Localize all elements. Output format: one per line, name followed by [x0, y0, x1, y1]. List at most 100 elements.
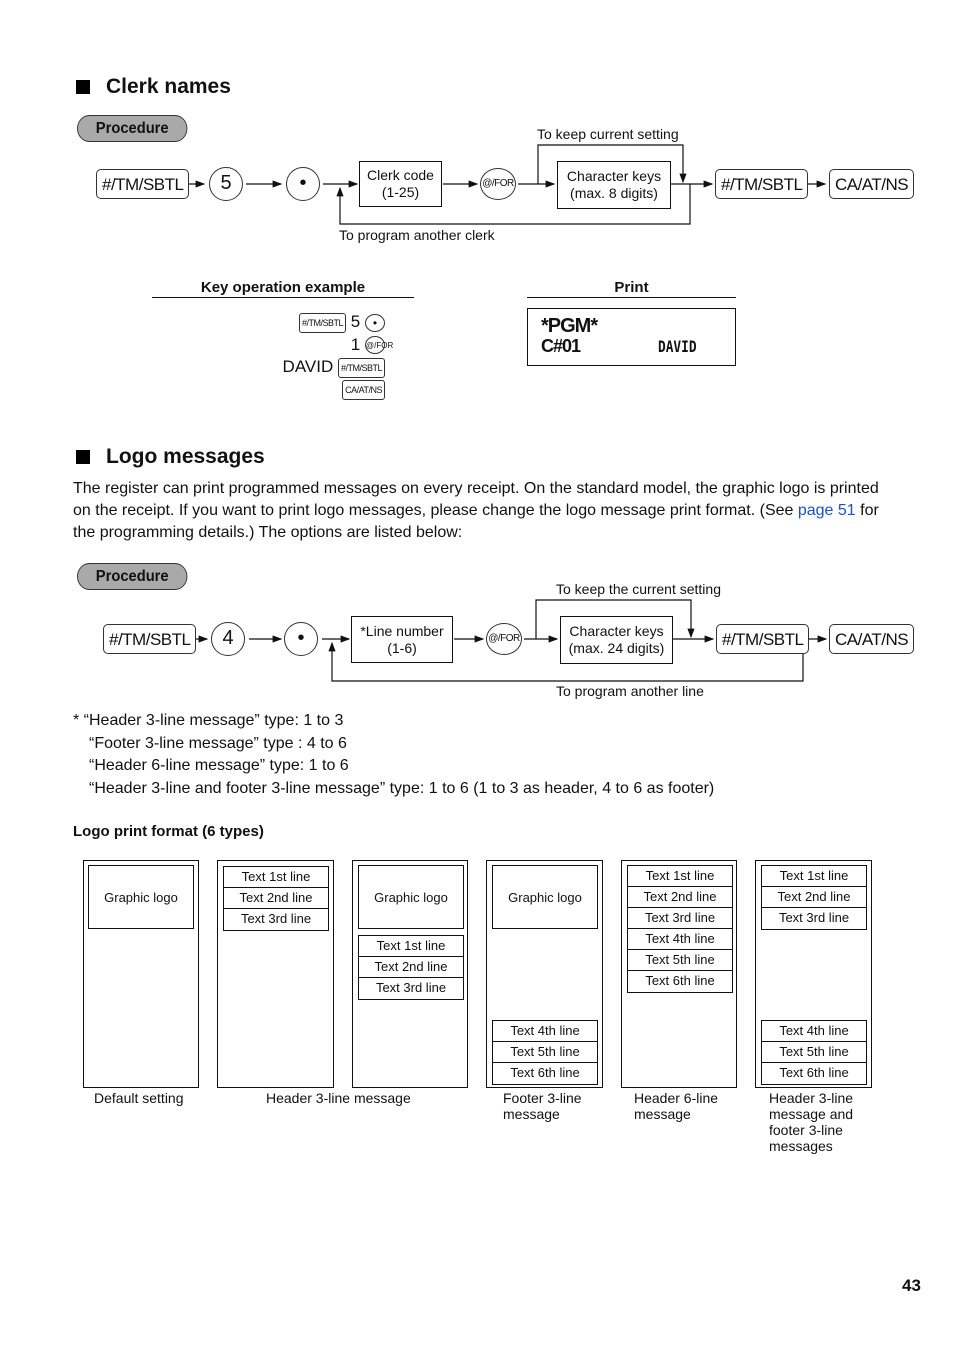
caption-line: message and: [769, 1106, 854, 1122]
header-lines-block: Text 1st line Text 2nd line Text 3rd lin…: [627, 865, 733, 993]
for-key: @/FOR: [480, 168, 516, 200]
key-example-row: CA/AT/NS: [200, 379, 385, 402]
caption-line: message: [634, 1106, 691, 1122]
key-example-row: #/TM/SBTL 5 •: [200, 311, 385, 334]
text-line: Text 4th line: [762, 1021, 866, 1042]
character-keys-limit: (max. 8 digits): [570, 185, 658, 201]
format-header6: Text 1st line Text 2nd line Text 3rd lin…: [621, 860, 737, 1088]
text-line: Text 3rd line: [628, 908, 732, 929]
sbtl-key-end: #/TM/SBTL: [716, 624, 810, 654]
logo-messages-heading: Logo messages: [76, 445, 265, 469]
text-line: Text 1st line: [224, 867, 328, 888]
footer-lines-block: Text 4th line Text 5th line Text 6th lin…: [492, 1020, 598, 1085]
caatns-key-mini: CA/AT/NS: [342, 380, 385, 401]
print-heading: Print: [527, 279, 736, 298]
key-example: #/TM/SBTL 5 • 1 @/FOR DAVID #/TM/SBTL CA…: [200, 311, 393, 402]
page-51-link[interactable]: page 51: [798, 502, 856, 519]
print-sample: *PGM* C#01 DAVID: [527, 308, 736, 366]
example-name: DAVID: [282, 357, 334, 376]
example-number: 5: [350, 312, 361, 331]
key-example-row: 1 @/FOR: [200, 334, 393, 357]
text-line: Text 5th line: [493, 1042, 597, 1063]
caatns-key: CA/AT/NS: [829, 624, 915, 654]
note-line: “Footer 3-line message” type : 4 to 6: [89, 734, 347, 752]
text-line: Text 4th line: [493, 1021, 597, 1042]
graphic-logo-block: Graphic logo: [88, 865, 194, 929]
caption-header6: Header 6-line message: [634, 1090, 718, 1122]
format-header3-text: Text 1st line Text 2nd line Text 3rd lin…: [217, 860, 334, 1088]
caatns-key: CA/AT/NS: [829, 169, 915, 199]
caption-header3: Header 3-line message: [266, 1090, 411, 1106]
keep-setting-note: To keep the current setting: [556, 581, 721, 597]
caption-line: Header 6-line: [634, 1090, 719, 1106]
text-line: Text 3rd line: [240, 911, 312, 926]
for-key: @/FOR: [486, 623, 522, 655]
logo-messages-title: Logo messages: [106, 445, 265, 468]
text-line: Text 2nd line: [628, 887, 732, 908]
text-line: Text 3rd line: [778, 910, 850, 925]
line-type-notes: * “Header 3-line message” type: 1 to 3 “…: [73, 710, 714, 800]
text-line: Text 6th line: [510, 1065, 580, 1080]
text-line: Text 6th line: [779, 1065, 849, 1080]
sbtl-key: #/TM/SBTL: [103, 624, 197, 654]
character-keys-box: Character keys (max. 8 digits): [557, 161, 671, 209]
graphic-logo-block: Graphic logo: [492, 865, 598, 929]
key-example-heading: Key operation example: [152, 279, 414, 298]
note-line: * “Header 3-line message” type: 1 to 3: [73, 712, 344, 729]
another-clerk-note: To program another clerk: [339, 227, 495, 243]
note-line: “Header 3-line and footer 3-line message…: [89, 779, 715, 797]
sbtl-key-mini: #/TM/SBTL: [299, 312, 347, 333]
caption-header3-footer3: Header 3-line message and footer 3-line …: [769, 1090, 853, 1154]
format-header3-logo: Graphic logo Text 1st line Text 2nd line…: [352, 860, 468, 1088]
dot-key: •: [286, 167, 320, 201]
graphic-logo-block: Graphic logo: [358, 865, 464, 929]
text-line: Text 1st line: [762, 866, 866, 887]
example-number: 1: [350, 334, 361, 354]
sbtl-key-mini: #/TM/SBTL: [337, 357, 385, 378]
character-keys-label: Character keys: [569, 623, 664, 639]
format-default: Graphic logo: [83, 860, 199, 1088]
intro-text: The register can print programmed messag…: [73, 480, 879, 519]
clerk-code-box: Clerk code (1-25): [359, 161, 442, 207]
keep-setting-note: To keep current setting: [537, 126, 679, 142]
text-line: Text 5th line: [762, 1042, 866, 1063]
print-line-pgm: *PGM*: [541, 315, 598, 337]
caption-line: message: [503, 1106, 560, 1122]
dot-key: •: [284, 622, 318, 656]
text-line: Text 1st line: [628, 866, 732, 887]
print-clerk-name: DAVID: [658, 337, 697, 356]
another-line-note: To program another line: [556, 683, 704, 699]
text-line: Text 5th line: [628, 950, 732, 971]
clerk-code-range: (1-25): [381, 184, 420, 200]
print-clerk-code: C#01: [541, 336, 581, 356]
square-bullet-icon: [76, 450, 90, 464]
sbtl-key: #/TM/SBTL: [96, 169, 190, 199]
text-line: Text 6th line: [645, 973, 715, 988]
sbtl-key-end: #/TM/SBTL: [715, 169, 809, 199]
character-keys-limit: (max. 24 digits): [568, 640, 665, 656]
digit-4-key: 4: [211, 622, 245, 656]
caption-line: Header 3-line: [769, 1090, 854, 1106]
header-lines-block: Text 1st line Text 2nd line Text 3rd lin…: [223, 866, 329, 931]
text-line: Text 2nd line: [359, 957, 463, 978]
line-number-box: *Line number (1-6): [351, 616, 453, 663]
caption-default: Default setting: [94, 1090, 184, 1106]
format-heading: Logo print format (6 types): [73, 823, 264, 840]
text-line: Text 2nd line: [224, 888, 328, 909]
footer-lines-block: Text 4th line Text 5th line Text 6th lin…: [761, 1020, 867, 1085]
caption-line: messages: [769, 1138, 833, 1154]
digit-5-key: 5: [209, 167, 243, 201]
text-line: Text 1st line: [359, 936, 463, 957]
text-line: Text 2nd line: [762, 887, 866, 908]
format-header3-footer3: Text 1st line Text 2nd line Text 3rd lin…: [755, 860, 872, 1088]
note-line: “Header 6-line message” type: 1 to 6: [89, 757, 349, 774]
text-line: Text 4th line: [628, 929, 732, 950]
text-line: Text 3rd line: [375, 980, 447, 995]
format-footer3: Graphic logo Text 4th line Text 5th line…: [486, 860, 603, 1088]
header-lines-block: Text 1st line Text 2nd line Text 3rd lin…: [358, 935, 464, 1000]
key-example-row: DAVID #/TM/SBTL: [200, 356, 385, 379]
header-lines-block: Text 1st line Text 2nd line Text 3rd lin…: [761, 865, 867, 930]
caption-footer3: Footer 3-line message: [503, 1090, 582, 1122]
dot-key-mini: •: [365, 313, 385, 332]
page-number: 43: [902, 1276, 921, 1295]
